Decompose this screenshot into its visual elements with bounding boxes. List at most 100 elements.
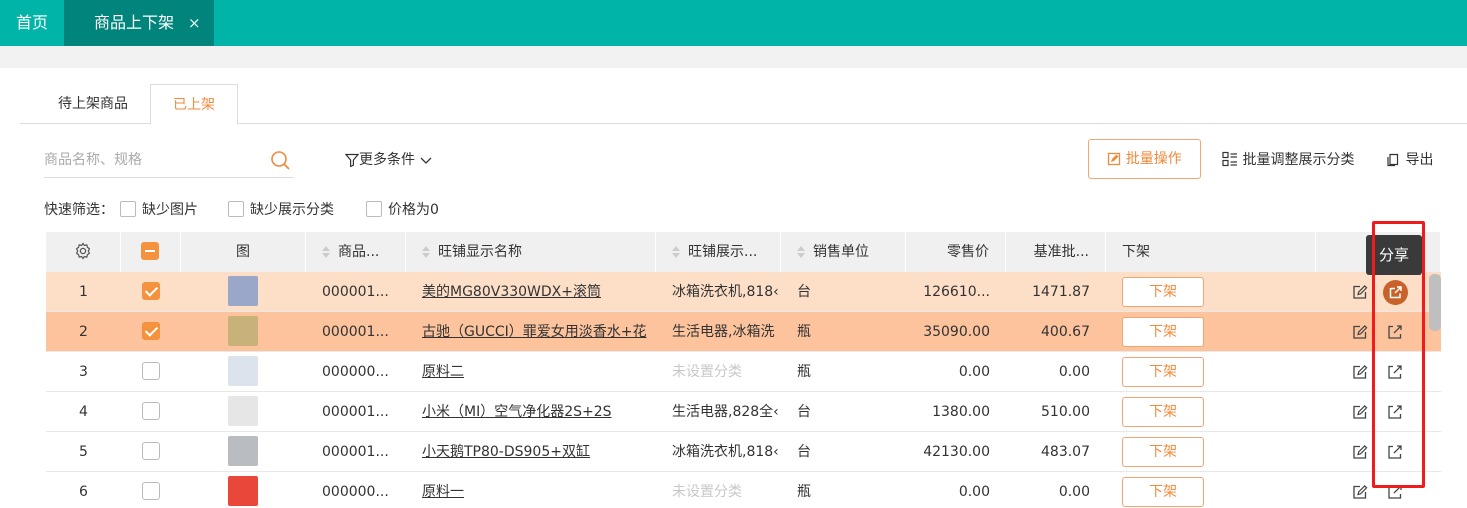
delist-button[interactable]: 下架 <box>1122 397 1204 427</box>
export-button[interactable]: 导出 <box>1386 148 1433 172</box>
delist-button[interactable]: 下架 <box>1122 357 1204 387</box>
search-box <box>44 144 294 178</box>
table-row[interactable]: 5 000001... 小天鹅TP80-DS905+双缸 冰箱洗衣机,818‹ 台 421… <box>46 432 1441 472</box>
header-base-wholesale: 基准批... <box>1006 232 1106 272</box>
header-shop-name[interactable]: 旺铺显示名称 <box>406 232 656 272</box>
row-checkbox[interactable] <box>142 402 160 420</box>
filter-missing-category[interactable]: 缺少展示分类 <box>228 199 334 221</box>
sales-unit: 台 <box>797 444 811 460</box>
search-icon[interactable] <box>270 150 290 170</box>
export-label: 导出 <box>1405 152 1434 168</box>
select-all-cell <box>121 232 181 272</box>
sort-icon <box>322 246 330 258</box>
product-category: 生活电器,冰箱洗 <box>672 324 775 340</box>
table-row[interactable]: 1 000001... 美的MG80V330WDX+滚筒 冰箱洗衣机,818‹ 台 126… <box>46 272 1441 312</box>
row-checkbox[interactable] <box>142 282 160 300</box>
batch-adjust-category-label: 批量调整展示分类 <box>1242 152 1355 168</box>
filter-missing-image[interactable]: 缺少图片 <box>120 199 198 221</box>
batch-adjust-category-button[interactable]: 批量调整展示分类 <box>1222 148 1354 172</box>
table-row[interactable]: 6 000000... 原料一 未设置分类 瓶 0.00 0.00 下架 <box>46 472 1441 508</box>
delist-button[interactable]: 下架 <box>1122 317 1204 347</box>
sort-icon <box>797 246 805 258</box>
product-name-link[interactable]: 原料一 <box>422 472 656 508</box>
row-checkbox[interactable] <box>142 362 160 380</box>
header-shop-category[interactable]: 旺铺展示... <box>656 232 781 272</box>
filter-icon <box>344 153 360 168</box>
column-settings[interactable] <box>46 232 121 272</box>
product-name-link[interactable]: 古驰（GUCCI）罪爱女用淡香水+花 <box>422 312 656 352</box>
tab-home[interactable]: 首页 <box>0 0 64 46</box>
sales-unit: 台 <box>797 284 811 300</box>
edit-icon[interactable] <box>1352 484 1368 500</box>
more-conditions-label: 更多条件 <box>359 152 415 168</box>
edit-icon[interactable] <box>1352 284 1368 300</box>
row-checkbox[interactable] <box>142 322 160 340</box>
product-thumbnail <box>228 396 258 426</box>
highlight-box <box>1372 221 1425 488</box>
table-row[interactable]: 2 000001... 古驰（GUCCI）罪爱女用淡香水+花 生活电器,冰箱洗 瓶 350… <box>46 312 1441 352</box>
product-name-link[interactable]: 美的MG80V330WDX+滚筒 <box>422 272 656 312</box>
gear-icon[interactable] <box>74 242 92 260</box>
main-content: 待上架商品 已上架 更多条件 批量操作 批量调整展示分类 导出 快速筛选： 缺少… <box>0 68 1467 508</box>
header-delist: 下架 <box>1106 232 1316 272</box>
table-scrollbar[interactable] <box>1429 274 1441 331</box>
product-thumbnail <box>228 316 258 346</box>
product-thumbnail <box>228 356 258 386</box>
delist-button[interactable]: 下架 <box>1122 277 1204 307</box>
delist-button[interactable]: 下架 <box>1122 477 1204 507</box>
batch-operation-button[interactable]: 批量操作 <box>1088 139 1201 179</box>
quick-filter-label: 快速筛选： <box>44 202 114 218</box>
delist-button[interactable]: 下架 <box>1122 437 1204 467</box>
row-checkbox[interactable] <box>142 482 160 500</box>
sort-icon <box>672 246 680 258</box>
edit-icon[interactable] <box>1352 324 1368 340</box>
select-all-checkbox[interactable] <box>141 242 159 260</box>
table-header: 图 商品... 旺铺显示名称 旺铺展示... 销售单位 零售价 基准批... 下… <box>46 232 1441 272</box>
header-sales-unit[interactable]: 销售单位 <box>781 232 906 272</box>
tab-product-shelf[interactable]: 商品上下架 × <box>64 0 214 46</box>
more-conditions-button[interactable]: 更多条件 <box>344 148 433 172</box>
filter-checkbox[interactable] <box>228 201 244 217</box>
grid-list-icon <box>1222 151 1237 167</box>
product-code: 000000... <box>322 484 389 500</box>
row-index: 1 <box>79 284 88 300</box>
table-row[interactable]: 4 000001... 小米（MI）空气净化器2S+2S 生活电器,828全‹ 台 138… <box>46 392 1441 432</box>
batch-operation-label: 批量操作 <box>1125 151 1182 167</box>
table-row[interactable]: 3 000000... 原料二 未设置分类 瓶 0.00 0.00 下架 <box>46 352 1441 392</box>
edit-icon[interactable] <box>1352 444 1368 460</box>
edit-icon[interactable] <box>1352 404 1368 420</box>
product-name-link[interactable]: 小天鹅TP80-DS905+双缸 <box>422 432 656 472</box>
edit-icon[interactable] <box>1352 364 1368 380</box>
base-wholesale-price: 0.00 <box>1058 484 1090 500</box>
base-wholesale-price: 510.00 <box>1041 404 1090 420</box>
product-name-link[interactable]: 原料二 <box>422 352 656 392</box>
filter-price-zero[interactable]: 价格为0 <box>366 199 439 221</box>
tab-product-shelf-label: 商品上下架 <box>94 13 175 32</box>
product-category: 冰箱洗衣机,818‹ <box>672 444 779 460</box>
sort-icon <box>422 246 430 258</box>
sales-unit: 台 <box>797 404 811 420</box>
tab-listed[interactable]: 已上架 <box>150 84 238 125</box>
status-tabs: 待上架商品 已上架 <box>20 84 1467 125</box>
product-code: 000000... <box>322 364 389 380</box>
filter-checkbox[interactable] <box>366 201 382 217</box>
filter-checkbox[interactable] <box>120 201 136 217</box>
product-category: 冰箱洗衣机,818‹ <box>672 284 779 300</box>
chevron-down-icon <box>420 157 432 164</box>
retail-price: 126610... <box>923 284 990 300</box>
product-category: 生活电器,828全‹ <box>672 404 779 420</box>
row-index: 4 <box>79 404 88 420</box>
close-icon[interactable]: × <box>188 0 201 46</box>
top-tab-bar: 首页 商品上下架 × <box>0 0 1467 46</box>
row-index: 6 <box>79 484 88 500</box>
search-input[interactable] <box>44 144 264 176</box>
row-index: 5 <box>79 444 88 460</box>
edit-icon <box>1108 152 1121 166</box>
base-wholesale-price: 483.07 <box>1041 444 1090 460</box>
product-code: 000001... <box>322 284 389 300</box>
header-code[interactable]: 商品... <box>306 232 406 272</box>
row-checkbox[interactable] <box>142 442 160 460</box>
product-code: 000001... <box>322 444 389 460</box>
tab-pending[interactable]: 待上架商品 <box>38 84 148 124</box>
product-name-link[interactable]: 小米（MI）空气净化器2S+2S <box>422 392 656 432</box>
